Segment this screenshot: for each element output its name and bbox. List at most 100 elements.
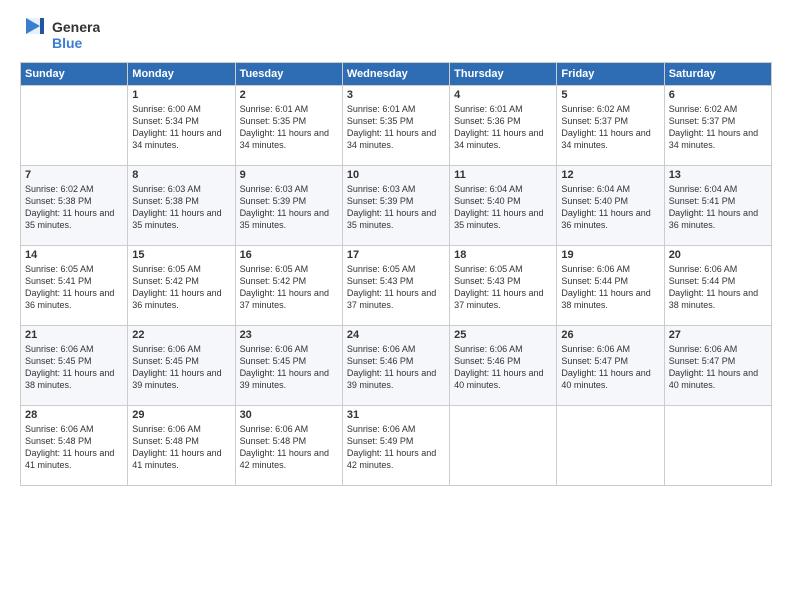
header: GeneralBlue	[20, 16, 772, 54]
cell-info: Sunrise: 6:06 AMSunset: 5:45 PMDaylight:…	[25, 343, 123, 392]
calendar-cell: 15Sunrise: 6:05 AMSunset: 5:42 PMDayligh…	[128, 246, 235, 326]
calendar-cell: 16 Sunrise: 6:05 AMSunset: 5:42 PMDayligh…	[235, 246, 342, 326]
calendar-cell: 5 Sunrise: 6:02 AMSunset: 5:37 PMDaylight…	[557, 86, 664, 166]
cell-info: Sunrise: 6:02 AMSunset: 5:37 PMDaylight:…	[561, 103, 659, 152]
day-number: 1	[132, 89, 230, 101]
calendar-cell: 8 Sunrise: 6:03 AMSunset: 5:38 PMDaylight…	[128, 166, 235, 246]
cell-info: Sunrise: 6:06 AMSunset: 5:47 PMDaylight:…	[669, 343, 767, 392]
cell-info: Sunrise: 6:00 AMSunset: 5:34 PMDaylight:…	[132, 103, 230, 152]
calendar-cell: 25Sunrise: 6:06 AMSunset: 5:46 PMDayligh…	[450, 326, 557, 406]
calendar-week-3: 14Sunrise: 6:05 AMSunset: 5:41 PMDayligh…	[21, 246, 772, 326]
calendar-cell	[664, 406, 771, 486]
day-number: 26	[561, 329, 659, 341]
calendar-table: SundayMondayTuesdayWednesdayThursdayFrid…	[20, 62, 772, 486]
day-number: 19	[561, 249, 659, 261]
day-number: 13	[669, 169, 767, 181]
calendar-week-2: 7 Sunrise: 6:02 AMSunset: 5:38 PMDaylight…	[21, 166, 772, 246]
cell-info: Sunrise: 6:06 AMSunset: 5:45 PMDaylight:…	[132, 343, 230, 392]
calendar-cell: 30Sunrise: 6:06 AMSunset: 5:48 PMDayligh…	[235, 406, 342, 486]
calendar-cell	[21, 86, 128, 166]
header-cell-saturday: Saturday	[664, 63, 771, 86]
svg-text:Blue: Blue	[52, 35, 83, 51]
page-container: GeneralBlue SundayMondayTuesdayWednesday…	[0, 0, 792, 496]
day-number: 2	[240, 89, 338, 101]
calendar-cell: 13 Sunrise: 6:04 AMSunset: 5:41 PMDayligh…	[664, 166, 771, 246]
calendar-cell: 2Sunrise: 6:01 AMSunset: 5:35 PMDaylight…	[235, 86, 342, 166]
header-cell-sunday: Sunday	[21, 63, 128, 86]
cell-info: Sunrise: 6:06 AMSunset: 5:48 PMDaylight:…	[25, 423, 123, 472]
cell-info: Sunrise: 6:06 AMSunset: 5:44 PMDaylight:…	[561, 263, 659, 312]
calendar-header-row: SundayMondayTuesdayWednesdayThursdayFrid…	[21, 63, 772, 86]
calendar-cell: 20Sunrise: 6:06 AMSunset: 5:44 PMDayligh…	[664, 246, 771, 326]
logo: GeneralBlue	[20, 16, 100, 54]
calendar-cell: 3 Sunrise: 6:01 AMSunset: 5:35 PMDaylight…	[342, 86, 449, 166]
calendar-cell	[557, 406, 664, 486]
day-number: 11	[454, 169, 552, 181]
day-number: 9	[240, 169, 338, 181]
calendar-week-5: 28 Sunrise: 6:06 AMSunset: 5:48 PMDayligh…	[21, 406, 772, 486]
cell-info: Sunrise: 6:05 AMSunset: 5:42 PMDaylight:…	[132, 263, 230, 312]
day-number: 31	[347, 409, 445, 421]
day-number: 6	[669, 89, 767, 101]
cell-info: Sunrise: 6:06 AMSunset: 5:46 PMDaylight:…	[454, 343, 552, 392]
calendar-cell: 19 Sunrise: 6:06 AMSunset: 5:44 PMDayligh…	[557, 246, 664, 326]
header-cell-thursday: Thursday	[450, 63, 557, 86]
calendar-cell	[450, 406, 557, 486]
day-number: 17	[347, 249, 445, 261]
calendar-cell: 23 Sunrise: 6:06 AMSunset: 5:45 PMDayligh…	[235, 326, 342, 406]
cell-info: Sunrise: 6:01 AMSunset: 5:35 PMDaylight:…	[347, 103, 445, 152]
header-cell-friday: Friday	[557, 63, 664, 86]
day-number: 27	[669, 329, 767, 341]
calendar-cell: 31 Sunrise: 6:06 AMSunset: 5:49 PMDayligh…	[342, 406, 449, 486]
day-number: 16	[240, 249, 338, 261]
cell-info: Sunrise: 6:06 AMSunset: 5:47 PMDaylight:…	[561, 343, 659, 392]
calendar-cell: 12 Sunrise: 6:04 AMSunset: 5:40 PMDayligh…	[557, 166, 664, 246]
calendar-cell: 10Sunrise: 6:03 AMSunset: 5:39 PMDayligh…	[342, 166, 449, 246]
day-number: 29	[132, 409, 230, 421]
calendar-cell: 9 Sunrise: 6:03 AMSunset: 5:39 PMDaylight…	[235, 166, 342, 246]
day-number: 3	[347, 89, 445, 101]
calendar-cell: 4 Sunrise: 6:01 AMSunset: 5:36 PMDaylight…	[450, 86, 557, 166]
day-number: 30	[240, 409, 338, 421]
cell-info: Sunrise: 6:05 AMSunset: 5:43 PMDaylight:…	[347, 263, 445, 312]
calendar-cell: 18Sunrise: 6:05 AMSunset: 5:43 PMDayligh…	[450, 246, 557, 326]
calendar-week-4: 21 Sunrise: 6:06 AMSunset: 5:45 PMDayligh…	[21, 326, 772, 406]
cell-info: Sunrise: 6:04 AMSunset: 5:41 PMDaylight:…	[669, 183, 767, 232]
day-number: 8	[132, 169, 230, 181]
day-number: 21	[25, 329, 123, 341]
cell-info: Sunrise: 6:03 AMSunset: 5:39 PMDaylight:…	[240, 183, 338, 232]
calendar-week-1: 1 Sunrise: 6:00 AMSunset: 5:34 PMDaylight…	[21, 86, 772, 166]
calendar-cell: 14Sunrise: 6:05 AMSunset: 5:41 PMDayligh…	[21, 246, 128, 326]
day-number: 23	[240, 329, 338, 341]
calendar-cell: 26 Sunrise: 6:06 AMSunset: 5:47 PMDayligh…	[557, 326, 664, 406]
header-cell-monday: Monday	[128, 63, 235, 86]
header-cell-tuesday: Tuesday	[235, 63, 342, 86]
calendar-cell: 6Sunrise: 6:02 AMSunset: 5:37 PMDaylight…	[664, 86, 771, 166]
day-number: 22	[132, 329, 230, 341]
cell-info: Sunrise: 6:03 AMSunset: 5:38 PMDaylight:…	[132, 183, 230, 232]
day-number: 5	[561, 89, 659, 101]
calendar-cell: 22 Sunrise: 6:06 AMSunset: 5:45 PMDayligh…	[128, 326, 235, 406]
cell-info: Sunrise: 6:02 AMSunset: 5:38 PMDaylight:…	[25, 183, 123, 232]
header-cell-wednesday: Wednesday	[342, 63, 449, 86]
cell-info: Sunrise: 6:04 AMSunset: 5:40 PMDaylight:…	[454, 183, 552, 232]
day-number: 4	[454, 89, 552, 101]
day-number: 18	[454, 249, 552, 261]
cell-info: Sunrise: 6:05 AMSunset: 5:41 PMDaylight:…	[25, 263, 123, 312]
day-number: 7	[25, 169, 123, 181]
cell-info: Sunrise: 6:06 AMSunset: 5:45 PMDaylight:…	[240, 343, 338, 392]
cell-info: Sunrise: 6:06 AMSunset: 5:48 PMDaylight:…	[132, 423, 230, 472]
day-number: 24	[347, 329, 445, 341]
cell-info: Sunrise: 6:06 AMSunset: 5:49 PMDaylight:…	[347, 423, 445, 472]
cell-info: Sunrise: 6:04 AMSunset: 5:40 PMDaylight:…	[561, 183, 659, 232]
calendar-cell: 21 Sunrise: 6:06 AMSunset: 5:45 PMDayligh…	[21, 326, 128, 406]
day-number: 28	[25, 409, 123, 421]
cell-info: Sunrise: 6:01 AMSunset: 5:36 PMDaylight:…	[454, 103, 552, 152]
cell-info: Sunrise: 6:06 AMSunset: 5:44 PMDaylight:…	[669, 263, 767, 312]
calendar-cell: 24 Sunrise: 6:06 AMSunset: 5:46 PMDayligh…	[342, 326, 449, 406]
svg-text:General: General	[52, 19, 100, 35]
day-number: 12	[561, 169, 659, 181]
cell-info: Sunrise: 6:06 AMSunset: 5:46 PMDaylight:…	[347, 343, 445, 392]
cell-info: Sunrise: 6:03 AMSunset: 5:39 PMDaylight:…	[347, 183, 445, 232]
cell-info: Sunrise: 6:05 AMSunset: 5:42 PMDaylight:…	[240, 263, 338, 312]
